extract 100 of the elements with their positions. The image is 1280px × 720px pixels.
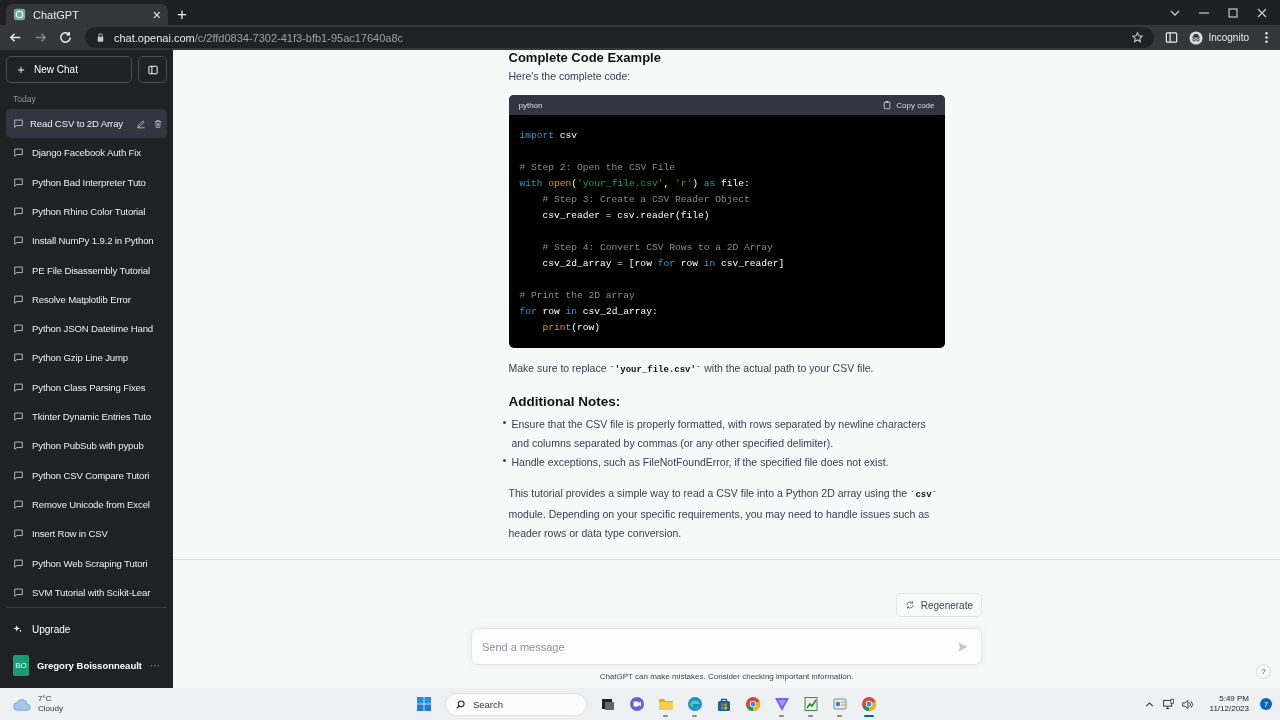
bookmark-star-icon[interactable] (1131, 31, 1145, 44)
browser-icon[interactable] (686, 696, 703, 712)
reload-icon[interactable] (58, 30, 73, 45)
paragraph: Here's the complete code: (508, 69, 632, 84)
volume-icon[interactable] (1180, 697, 1194, 711)
regenerate-button[interactable]: Regenerate (895, 593, 982, 617)
chat-title[interactable]: Install NumPy 1.9.2 in Python (32, 235, 161, 247)
app-icon[interactable] (831, 696, 848, 712)
chat-title[interactable]: Tkinter Dynamic Entries Tuto (32, 411, 161, 423)
chat-item[interactable]: Read CSV to 2D Array (6, 108, 167, 139)
code-line: csv_reader = csv.reader(file) (541, 209, 711, 223)
browser-tab[interactable]: ChatGPT × (6, 4, 168, 25)
chat-icon (13, 469, 24, 481)
upgrade-button[interactable]: Upgrade (6, 616, 167, 642)
chat-item[interactable]: SVM Tutorial with Scikit-Lear (6, 577, 167, 607)
chat-item[interactable]: Python Bad Interpreter Tuto (6, 167, 167, 197)
hide-sidebar-button[interactable] (138, 56, 167, 84)
chat-icon (13, 264, 24, 276)
chat-title[interactable]: Python Bad Interpreter Tuto (32, 176, 161, 188)
chat-icon (13, 557, 24, 569)
store-bag-icon[interactable] (715, 696, 732, 712)
section-heading: Additional Notes: (508, 394, 622, 409)
chat-title[interactable]: Python Web Scraping Tutori (32, 557, 161, 569)
chat-title[interactable]: Resolve Matplotlib Error (32, 293, 161, 305)
code-line: print(row) (541, 321, 602, 335)
clipboard-icon (882, 100, 893, 110)
chat-item[interactable]: Insert Row in CSV (6, 519, 167, 549)
chat-title[interactable]: Python JSON Datetime Hand (32, 323, 161, 335)
delete-icon[interactable] (153, 118, 163, 129)
chat-title[interactable]: Python Gzip Line Jump (32, 352, 161, 364)
chat-title[interactable]: Insert Row in CSV (32, 528, 161, 540)
incognito-indicator[interactable]: Incognito (1189, 30, 1249, 45)
browser-icon[interactable] (744, 696, 761, 712)
taskbar-search[interactable]: Search (444, 692, 587, 716)
address-bar[interactable]: chat.openai.com/c/2ffd0834-7302-41f3-bfb1-95ac17640a8c (85, 27, 1155, 48)
chat-item[interactable]: Python JSON Datetime Hand (6, 314, 167, 344)
chat-item[interactable]: Python Class Parsing Fixes (6, 372, 167, 402)
chat-icon (13, 440, 24, 452)
code-line: # Step 3: Create a CSV Reader Object (541, 193, 751, 207)
chat-item[interactable]: Python CSV Compare Tutori (6, 460, 167, 490)
new-tab-button[interactable]: + (174, 6, 190, 23)
start-icon[interactable] (415, 696, 432, 712)
chat-title[interactable]: PE File Disassembly Tutorial (32, 264, 161, 276)
browser-icon[interactable] (860, 696, 877, 712)
chat-title[interactable]: Python PubSub with pypub (32, 440, 161, 452)
copy-code-button[interactable]: Copy code (882, 100, 935, 110)
chat-icon (13, 206, 24, 217)
code-line: csv_2d_array = [row for row in csv_reader] (541, 257, 786, 271)
more-button[interactable]: ··· (150, 659, 160, 671)
network-icon[interactable] (1161, 697, 1175, 711)
chat-item[interactable]: Remove Unicode from Excel (6, 489, 167, 520)
chat-title[interactable]: Python Rhino Color Tutorial (32, 206, 161, 217)
weather-widget[interactable]: 7°C Cloudy (12, 694, 63, 714)
chat-item[interactable]: Python Web Scraping Tutori (6, 548, 167, 578)
clock[interactable]: 5:49 PM 11/12/2023 (1209, 694, 1249, 714)
chat-item[interactable]: Python Gzip Line Jump (6, 343, 167, 373)
bullet-mark (502, 459, 506, 462)
paragraph: Make sure to replace `'your_file.csv'` with the actual path to your CSV file. (508, 361, 875, 377)
search-icon (454, 698, 466, 710)
section-heading: Complete Code Example (508, 50, 662, 65)
chat-item[interactable]: Tkinter Dynamic Entries Tuto (6, 401, 167, 432)
chat-icon (13, 411, 24, 423)
url-text: chat.openai.com/c/2ffd0834-7302-41f3-bfb1-95ac17640a8c (114, 31, 405, 44)
chat-item[interactable]: PE File Disassembly Tutorial (6, 255, 167, 285)
disclaimer-text: ChatGPT can make mistakes. Consider checking important information. (599, 672, 854, 681)
chat-item[interactable]: Django Facebook Auth Fix (6, 138, 167, 168)
help-button[interactable]: ? (1256, 664, 1271, 679)
chat-title[interactable]: Python CSV Compare Tutori (32, 469, 161, 481)
code-line: # Step 4: Convert CSV Rows to a 2D Array (541, 241, 774, 255)
chat-title[interactable]: Remove Unicode from Excel (32, 498, 161, 510)
chat-item[interactable]: Python PubSub with pypub (6, 431, 167, 461)
task-view-icon[interactable] (599, 696, 616, 712)
chat-icon (13, 498, 24, 510)
code-line: # Step 2: Open the CSV File (519, 161, 676, 175)
chat-icon (13, 352, 24, 364)
incognito-icon (1189, 30, 1204, 45)
chat-icon (13, 528, 24, 540)
chat-icon (13, 118, 24, 130)
refresh-icon (904, 600, 915, 610)
chat-item[interactable]: Python Rhino Color Tutorial (6, 196, 167, 227)
code-line: # Print the 2D array (519, 289, 636, 303)
new-chat-button[interactable]: New Chat (6, 56, 132, 84)
chat-title[interactable]: Django Facebook Auth Fix (32, 147, 161, 159)
chat-item[interactable]: Install NumPy 1.9.2 in Python (6, 226, 167, 256)
chat-title[interactable]: Python Class Parsing Fixes (32, 381, 161, 393)
edit-icon[interactable] (136, 118, 146, 129)
sidebar-icon (146, 63, 159, 76)
code-line: with open('your_file.csv', 'r') as file: (519, 177, 751, 191)
video-chat-icon[interactable] (628, 696, 645, 712)
side-panel-icon[interactable] (1164, 30, 1180, 45)
chat-item[interactable]: Resolve Matplotlib Error (6, 284, 167, 315)
chat-icon (13, 323, 24, 335)
chat-title[interactable]: SVM Tutorial with Scikit-Lear (32, 586, 161, 598)
chart-icon[interactable] (802, 696, 819, 712)
notification-badge[interactable]: 7 (1260, 698, 1272, 710)
chat-title[interactable]: Read CSV to 2D Array (30, 118, 129, 130)
triangle-icon[interactable] (773, 696, 790, 712)
tab-title: ChatGPT (33, 8, 80, 21)
close-tab-button[interactable]: × (152, 7, 161, 22)
section-label: Today (12, 93, 37, 107)
